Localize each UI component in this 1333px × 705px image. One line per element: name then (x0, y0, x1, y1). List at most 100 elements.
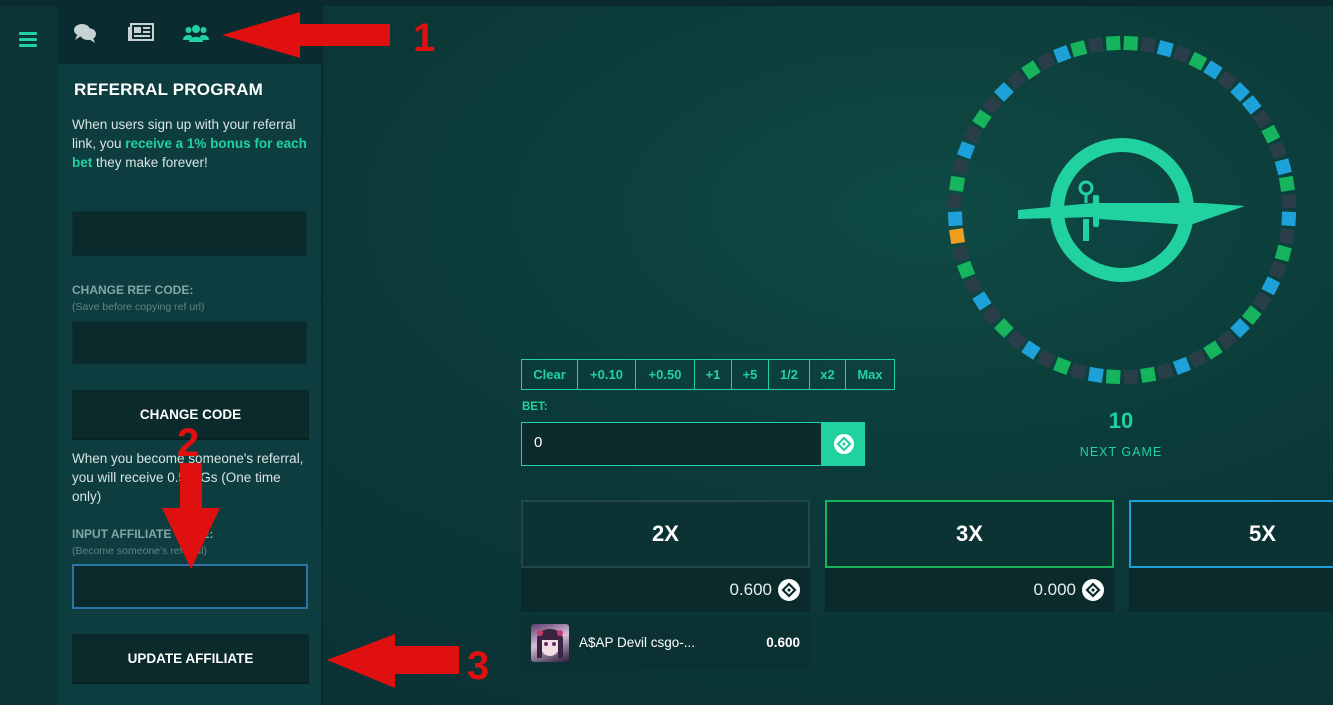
wheel-segment (1172, 356, 1191, 375)
annotation-number-2: 2 (177, 421, 200, 465)
wheel-segment (1036, 51, 1056, 71)
wheel-segment (1241, 95, 1262, 115)
wheel-segment (1188, 51, 1208, 71)
wheel-segment (1123, 35, 1139, 51)
bet-3x-button[interactable]: 3X (825, 500, 1114, 568)
add-1-button[interactable]: +1 (695, 360, 732, 389)
wheel-segment (1230, 82, 1250, 102)
wheel-segment (1281, 211, 1297, 227)
wheel-segment (947, 193, 963, 209)
update-affiliate-button[interactable]: UPDATE AFFILIATE (72, 634, 309, 684)
wheel-segment (1036, 349, 1056, 369)
referral-description: When users sign up with your referral li… (72, 117, 307, 170)
total-3x-value: 0.000 (1033, 580, 1076, 599)
annotation-number-3: 3 (467, 644, 490, 688)
wheel-segment (982, 95, 1003, 115)
add-5-button[interactable]: +5 (732, 360, 769, 389)
wheel-segment (1105, 35, 1121, 51)
wheel-segment (1203, 60, 1223, 80)
referral-link-field[interactable] (72, 211, 307, 256)
wheel-segment (1087, 366, 1104, 383)
wheel-segment (1261, 276, 1281, 296)
total-5x (1129, 568, 1333, 612)
users-icon[interactable] (183, 22, 209, 44)
wheel-segment (1172, 45, 1191, 64)
wheel-segment (1241, 305, 1262, 325)
wheel-segment (1070, 40, 1088, 58)
clear-button[interactable]: Clear (522, 360, 578, 389)
wheel-segment (1230, 318, 1250, 338)
wheel-segment (1087, 37, 1104, 54)
bet-row: A$AP Devil csgo-... 0.600 (521, 617, 810, 669)
referral-title: REFERRAL PROGRAM (74, 80, 263, 99)
coin-icon (1082, 579, 1104, 601)
wheel-segment (1252, 291, 1272, 311)
arrow-1 (222, 12, 390, 58)
wheel-segment (963, 124, 983, 144)
wheel-segment (994, 82, 1014, 102)
wheel-segment (963, 276, 983, 296)
hamburger-icon[interactable] (19, 32, 37, 47)
wheel-segment (1021, 340, 1041, 360)
change-ref-label: CHANGE REF CODE: (72, 283, 194, 297)
bet-2x-button[interactable]: 2X (521, 500, 810, 568)
bet-amount: 0.600 (766, 635, 800, 650)
wheel-segment (1203, 340, 1223, 360)
news-icon[interactable] (128, 22, 154, 44)
wheel-segment (1188, 349, 1208, 369)
chat-icon[interactable] (73, 22, 99, 44)
countdown-value: 10 (1108, 408, 1134, 433)
wheel-segment (1252, 109, 1272, 129)
bettor-name: A$AP Devil csgo-... (579, 635, 696, 650)
wheel-segment (1268, 260, 1287, 279)
annotation-number-1: 1 (413, 16, 436, 60)
bet-chips: Clear +0.10 +0.50 +1 +5 1/2 x2 Max (521, 359, 895, 390)
wheel-segment (949, 175, 966, 192)
wheel-segment (1105, 369, 1121, 385)
wheel-segment (1140, 366, 1157, 383)
change-ref-hint: (Save before copying ref url) (72, 301, 205, 313)
max-button[interactable]: Max (846, 360, 894, 389)
coin-icon[interactable] (822, 422, 865, 466)
wheel-segment (957, 260, 976, 279)
wheel-segment (1274, 158, 1292, 176)
wheel-segment (1217, 70, 1237, 91)
wheel-segment (947, 211, 963, 227)
wheel-segment (952, 158, 970, 176)
bet-5x-button[interactable]: 5X (1129, 500, 1333, 568)
wheel-segment (1053, 45, 1072, 64)
add-0-50-button[interactable]: +0.50 (636, 360, 695, 389)
ref-code-input[interactable] (72, 321, 307, 364)
left-rail (0, 6, 57, 705)
user-avatar (531, 624, 569, 662)
bet-amount-input[interactable]: 0 (521, 422, 822, 466)
add-0-10-button[interactable]: +0.10 (578, 360, 636, 389)
wheel-segment (1070, 362, 1088, 380)
roulette-wheel (947, 35, 1297, 385)
half-button[interactable]: 1/2 (769, 360, 810, 389)
wheel-segment (1007, 329, 1027, 350)
next-game-label: NEXT GAME (1079, 445, 1163, 459)
wheel-segment (949, 228, 966, 245)
wheel-segment (972, 291, 992, 311)
wheel-segment (1053, 356, 1072, 375)
total-3x: 0.000 (825, 568, 1114, 612)
wheel-segment (994, 318, 1014, 338)
total-2x-value: 0.600 (729, 580, 772, 599)
wheel-segment (1123, 369, 1139, 385)
wheel-segment (972, 109, 992, 129)
wheel-segment (957, 141, 976, 160)
arrow-3 (327, 634, 459, 688)
wheel-segment (1278, 175, 1295, 192)
arrow-2 (162, 463, 220, 569)
total-2x: 0.600 (521, 568, 810, 612)
wheel-segment (1217, 329, 1237, 350)
bet-label: BET: (522, 401, 548, 413)
wheel-segment (1156, 362, 1174, 380)
wheel-segment (1278, 228, 1295, 245)
double-button[interactable]: x2 (810, 360, 846, 389)
coin-icon (778, 579, 800, 601)
wheel-segment (982, 305, 1003, 325)
wheel-segment (1156, 40, 1174, 58)
wheel-segment (1007, 70, 1027, 91)
